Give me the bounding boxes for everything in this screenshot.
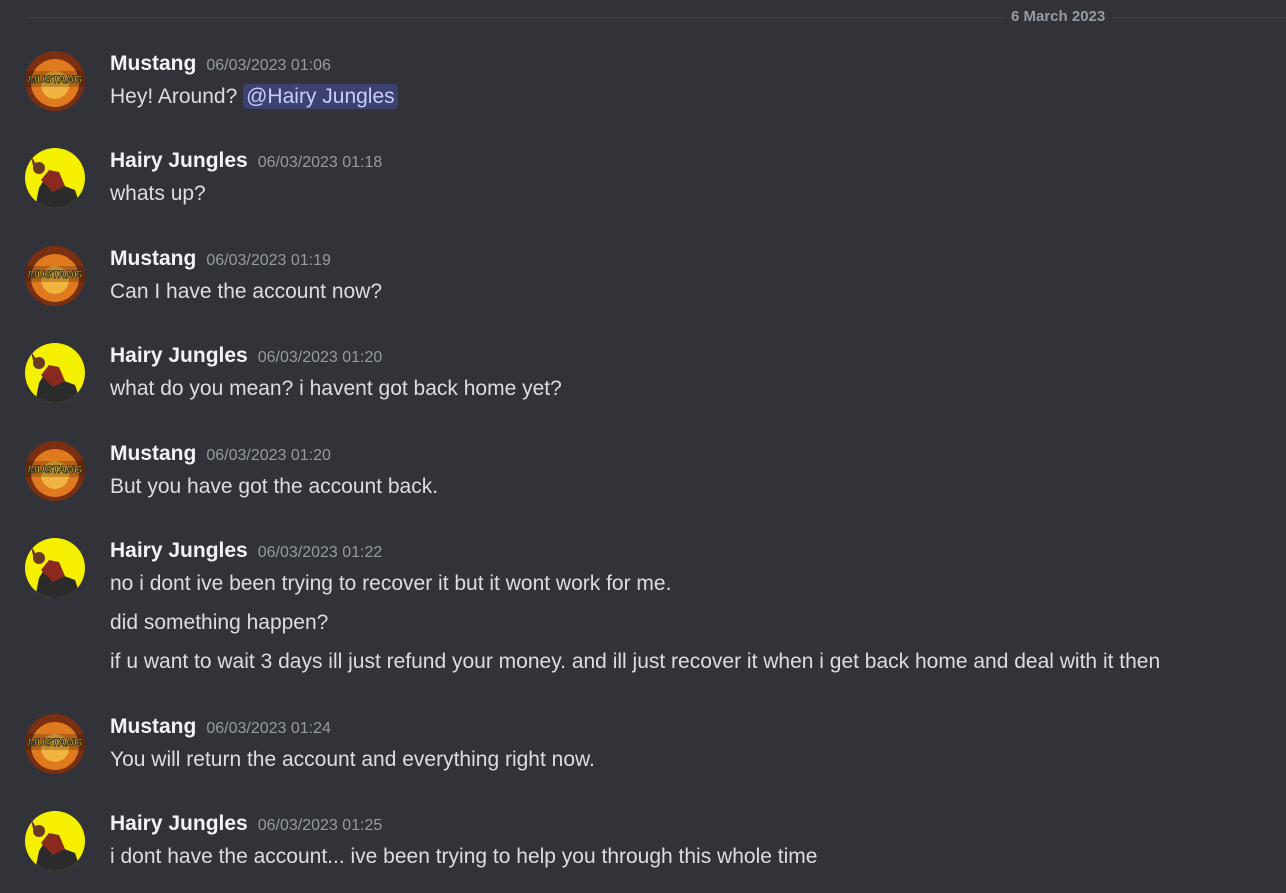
mustang-logo-avatar[interactable]: MUSTANG: [25, 246, 85, 306]
message-timestamp: 06/03/2023 01:19: [206, 252, 331, 269]
yellow-figure-avatar[interactable]: [25, 343, 85, 403]
message-timestamp: 06/03/2023 01:20: [257, 349, 383, 366]
avatar-logo-text: MUSTANG: [28, 74, 83, 86]
message-text: Hey! Around? @Hairy Jungles: [110, 82, 398, 112]
message-text: did something happen?: [110, 611, 329, 634]
message-timestamp: 06/03/2023 01:25: [257, 817, 383, 834]
message-text: no i dont ive been trying to recover it …: [110, 572, 672, 595]
message-text: whats up?: [110, 182, 206, 205]
avatar-logo-text: MUSTANG: [28, 269, 83, 281]
yellow-figure-avatar[interactable]: [25, 148, 85, 208]
avatar-logo-text: MUSTANG: [28, 464, 83, 476]
author-name[interactable]: Mustang: [110, 714, 196, 740]
yellow-figure-avatar[interactable]: [25, 811, 85, 871]
message-text: You will return the account and everythi…: [110, 748, 595, 771]
chat-log: 6 March 2023 MUSTANG Mustang 06/03/2023 0…: [0, 0, 1286, 893]
author-name[interactable]: Hairy Jungles: [110, 538, 248, 564]
yellow-figure-avatar[interactable]: [25, 538, 85, 598]
author-name[interactable]: Mustang: [110, 51, 196, 77]
message-text: Can I have the account now?: [110, 280, 383, 303]
message-timestamp: 06/03/2023 01:06: [206, 57, 331, 74]
author-name[interactable]: Hairy Jungles: [110, 148, 248, 174]
author-name[interactable]: Hairy Jungles: [110, 343, 248, 369]
author-name[interactable]: Mustang: [110, 246, 196, 272]
message-line: Hey! Around?: [110, 85, 238, 108]
mustang-logo-avatar[interactable]: MUSTANG: [25, 51, 85, 111]
user-mention[interactable]: @Hairy Jungles: [243, 84, 398, 109]
message-timestamp: 06/03/2023 01:24: [206, 720, 331, 737]
avatar-logo-text: MUSTANG: [28, 737, 83, 749]
date-divider: 6 March 2023: [1004, 8, 1113, 26]
message-timestamp: 06/03/2023 01:18: [257, 154, 383, 171]
author-name[interactable]: Mustang: [110, 441, 196, 467]
mustang-logo-avatar[interactable]: MUSTANG: [25, 441, 85, 501]
message-text: i dont have the account... ive been tryi…: [110, 845, 818, 868]
message-text: But you have got the account back.: [110, 475, 439, 498]
message-timestamp: 06/03/2023 01:20: [206, 447, 331, 464]
message-text: what do you mean? i havent got back home…: [110, 377, 562, 400]
author-name[interactable]: Hairy Jungles: [110, 811, 248, 837]
message-timestamp: 06/03/2023 01:22: [257, 544, 383, 561]
message-text: if u want to wait 3 days ill just refund…: [110, 650, 1161, 673]
mustang-logo-avatar[interactable]: MUSTANG: [25, 714, 85, 774]
